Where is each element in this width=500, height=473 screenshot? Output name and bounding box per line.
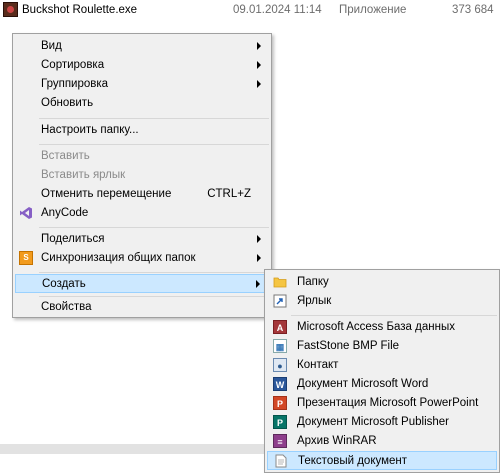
menu-item-label: Свойства [41,301,92,313]
menu-item-paste-shortcut[interactable]: Вставить ярлык [15,166,269,185]
exe-icon [3,2,18,17]
text-document-icon [274,454,288,468]
menu-item-label: Вставить ярлык [41,169,126,181]
menu-item-label: Поделиться [41,233,105,245]
menu-item-create[interactable]: Создать [15,274,269,293]
powerpoint-icon: P [273,396,287,410]
file-name: Buckshot Roulette.exe [22,4,138,16]
submenu-item-folder[interactable]: Папку [267,273,497,292]
menu-item-sort[interactable]: Сортировка [15,56,269,75]
create-submenu: Папку Ярлык A Microsoft Access База данн… [264,269,500,473]
submenu-arrow-icon [257,61,261,69]
contact-icon: ● [273,358,287,372]
winrar-icon: ≡ [273,434,287,448]
menu-separator [291,315,497,316]
submenu-item-powerpoint[interactable]: P Презентация Microsoft PowerPoint [267,394,497,413]
menu-item-label: Создать [42,278,86,290]
submenu-item-bmp[interactable]: ▦ FastStone BMP File [267,337,497,356]
submenu-item-access[interactable]: A Microsoft Access База данных [267,318,497,337]
menu-item-customize-folder[interactable]: Настроить папку... [15,121,269,140]
menu-item-label: Архив WinRAR [297,435,377,447]
menu-separator [39,296,269,297]
menu-item-label: Презентация Microsoft PowerPoint [297,397,479,409]
menu-item-sync-shared-folders[interactable]: S Синхронизация общих папок [15,249,269,268]
menu-item-label: AnyCode [41,207,89,219]
submenu-item-text-document[interactable]: Текстовый документ [267,451,497,470]
menu-item-paste[interactable]: Вставить [15,147,269,166]
menu-item-label: Обновить [41,97,94,109]
menu-item-share[interactable]: Поделиться [15,230,269,249]
context-menu: Вид Сортировка Группировка Обновить Наст… [12,33,272,318]
menu-item-label: Вставить [41,150,90,162]
menu-separator [39,272,269,273]
file-row[interactable]: Buckshot Roulette.exe 09.01.2024 11:14 П… [0,0,500,22]
file-date: 09.01.2024 11:14 [233,4,322,16]
menu-item-label: Сортировка [41,59,105,71]
menu-item-refresh[interactable]: Обновить [15,94,269,113]
menu-separator [39,118,269,119]
submenu-item-word[interactable]: W Документ Microsoft Word [267,375,497,394]
menu-item-label: Microsoft Access База данных [297,321,455,333]
sync-icon: S [19,251,33,265]
submenu-arrow-icon [257,42,261,50]
submenu-arrow-icon [257,254,261,262]
menu-separator [39,144,269,145]
submenu-item-publisher[interactable]: P Документ Microsoft Publisher [267,413,497,432]
menu-item-label: Документ Microsoft Publisher [297,416,449,428]
word-icon: W [273,377,287,391]
menu-item-label: Настроить папку... [41,124,139,136]
submenu-arrow-icon [257,235,261,243]
menu-item-view[interactable]: Вид [15,37,269,56]
folder-icon [273,275,287,289]
menu-item-label: Вид [41,40,62,52]
file-type: Приложение [339,4,407,16]
publisher-icon: P [273,415,287,429]
menu-item-label: FastStone BMP File [297,340,400,352]
submenu-item-contact[interactable]: ● Контакт [267,356,497,375]
menu-item-label: Группировка [41,78,109,90]
menu-item-properties[interactable]: Свойства [15,298,269,317]
menu-item-label: Текстовый документ [298,455,408,467]
file-size: 373 684 [452,4,494,16]
access-icon: A [273,320,287,334]
visual-studio-icon [19,206,33,220]
menu-item-group[interactable]: Группировка [15,75,269,94]
menu-item-anycode[interactable]: AnyCode [15,204,269,223]
menu-item-label: Контакт [297,359,339,371]
menu-item-label: Отменить перемещение [41,188,172,200]
submenu-item-winrar[interactable]: ≡ Архив WinRAR [267,432,497,451]
menu-item-label: Папку [297,276,329,288]
menu-item-label: Синхронизация общих папок [41,252,196,264]
shortcut-icon [273,294,287,308]
submenu-arrow-icon [256,280,260,288]
menu-item-undo-move[interactable]: Отменить перемещение CTRL+Z [15,185,269,204]
keyboard-shortcut: CTRL+Z [207,188,251,200]
menu-separator [39,227,269,228]
submenu-item-shortcut[interactable]: Ярлык [267,292,497,311]
bmp-icon: ▦ [273,339,287,353]
menu-item-label: Документ Microsoft Word [297,378,429,390]
menu-item-label: Ярлык [297,295,332,307]
submenu-arrow-icon [257,80,261,88]
